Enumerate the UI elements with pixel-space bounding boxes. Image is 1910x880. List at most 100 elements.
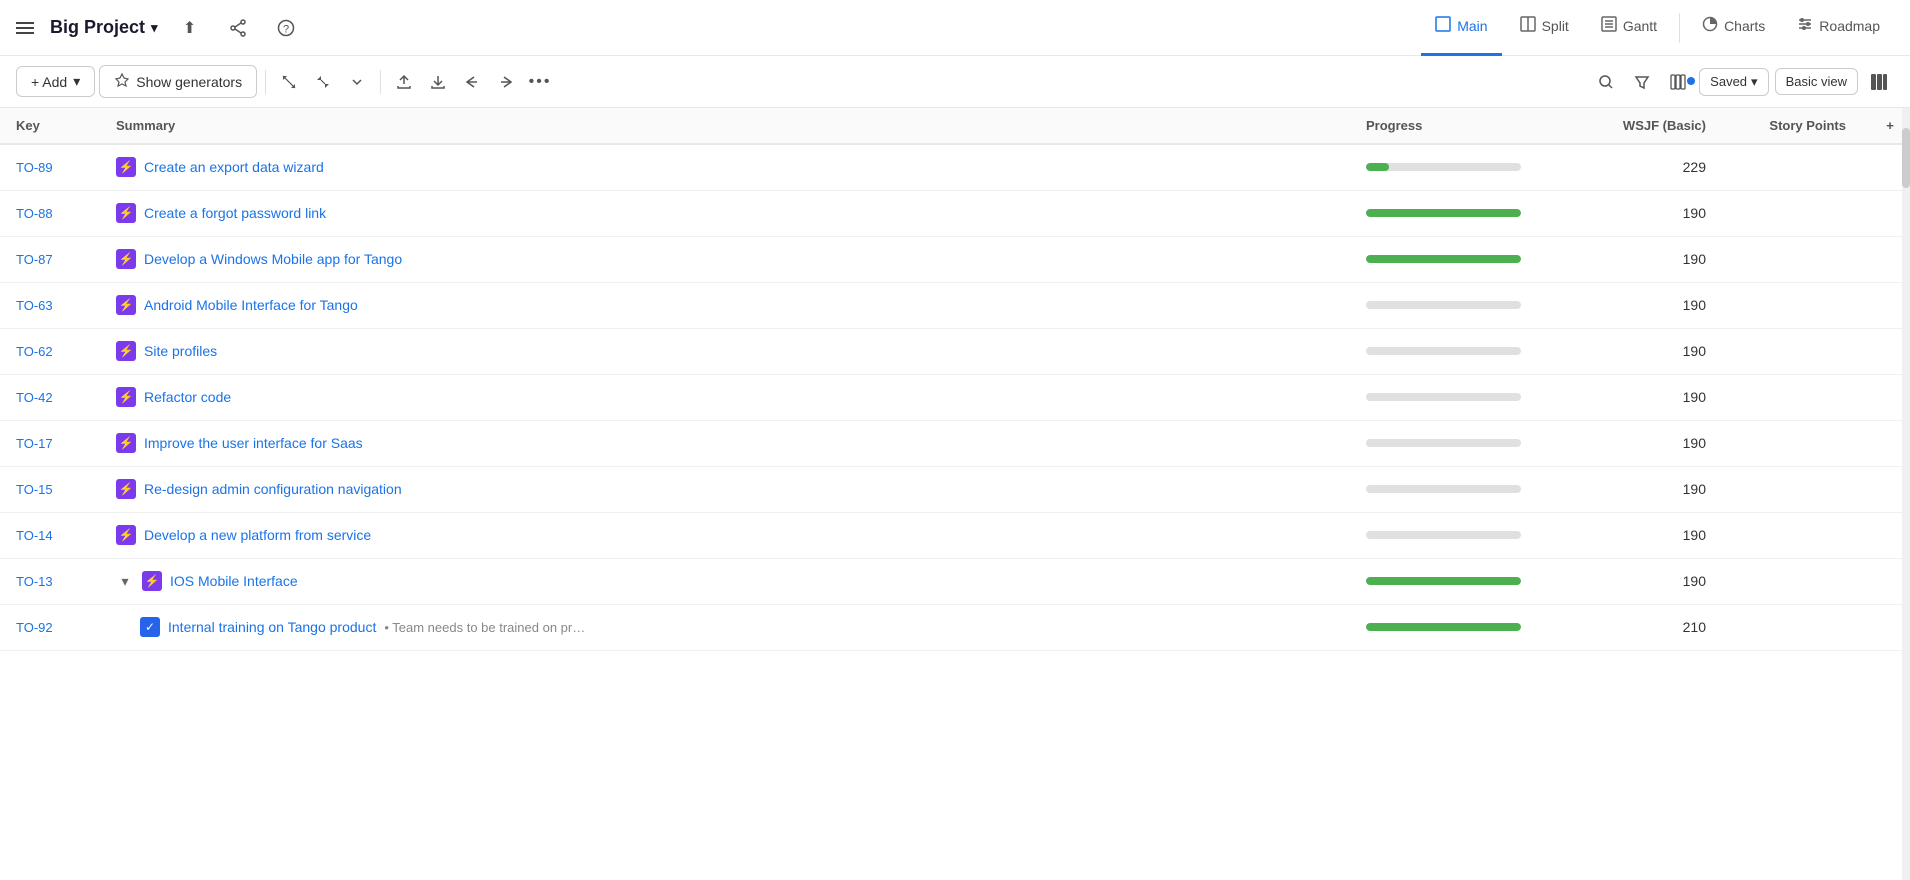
bolt-icon: ⚡	[142, 571, 162, 591]
issue-summary-cell: ⚡Android Mobile Interface for Tango	[100, 282, 1350, 328]
issue-title[interactable]: Internal training on Tango product	[168, 619, 376, 635]
issue-title[interactable]: Create a forgot password link	[144, 205, 326, 221]
gantt-tab-label: Gantt	[1623, 18, 1657, 34]
add-button-label: + Add	[31, 74, 67, 90]
show-generators-button[interactable]: Show generators	[99, 65, 257, 98]
issue-key[interactable]: TO-87	[16, 252, 53, 267]
issue-progress-cell	[1350, 328, 1570, 374]
issue-summary-cell: ▾ ⚡ IOS Mobile Interface	[100, 558, 1350, 604]
issue-title[interactable]: Develop a Windows Mobile app for Tango	[144, 251, 402, 267]
progress-bar	[1366, 623, 1521, 631]
issue-summary-cell: ✓ Internal training on Tango product • Tea…	[100, 604, 1350, 650]
table-row: TO-88⚡Create a forgot password link190	[0, 190, 1910, 236]
issue-story-points	[1730, 190, 1870, 236]
help-icon[interactable]: ?	[270, 12, 302, 44]
search-button[interactable]	[1591, 67, 1621, 97]
col-header-summary[interactable]: Summary	[100, 108, 1350, 144]
issue-wsjf: 190	[1570, 374, 1730, 420]
collapse-all-button[interactable]	[308, 67, 338, 97]
issue-key[interactable]: TO-62	[16, 344, 53, 359]
menu-icon[interactable]	[16, 22, 34, 34]
upload-button[interactable]	[389, 67, 419, 97]
issue-wsjf: 210	[1570, 604, 1730, 650]
issue-progress-cell	[1350, 190, 1570, 236]
download-button[interactable]	[423, 67, 453, 97]
issue-progress-cell	[1350, 282, 1570, 328]
col-header-wsjf[interactable]: WSJF (Basic)	[1570, 108, 1730, 144]
tab-main[interactable]: Main	[1421, 0, 1501, 56]
move-right-button[interactable]	[491, 67, 521, 97]
issue-title[interactable]: Re-design admin configuration navigation	[144, 481, 402, 497]
issue-title[interactable]: IOS Mobile Interface	[170, 573, 298, 589]
issue-story-points	[1730, 466, 1870, 512]
issue-title[interactable]: Create an export data wizard	[144, 159, 324, 175]
progress-bar	[1366, 485, 1521, 493]
expand-row-button[interactable]: ▾	[116, 572, 134, 590]
scrollbar-track[interactable]	[1902, 108, 1910, 880]
issue-wsjf: 190	[1570, 282, 1730, 328]
issue-subtitle: • Team needs to be trained on pr…	[384, 620, 585, 635]
basic-view-button[interactable]: Basic view	[1775, 68, 1858, 95]
share-icon[interactable]	[222, 12, 254, 44]
issue-key[interactable]: TO-14	[16, 528, 53, 543]
table-row: TO-13▾⚡IOS Mobile Interface190	[0, 558, 1910, 604]
issue-title[interactable]: Refactor code	[144, 389, 231, 405]
roadmap-tab-label: Roadmap	[1819, 18, 1880, 34]
issue-title[interactable]: Improve the user interface for Saas	[144, 435, 363, 451]
tab-charts[interactable]: Charts	[1688, 0, 1779, 56]
issue-wsjf: 190	[1570, 466, 1730, 512]
project-title[interactable]: Big Project ▾	[50, 17, 158, 38]
table-row: TO-63 ⚡Android Mobile Interface for Tango…	[0, 282, 1910, 328]
issue-wsjf: 190	[1570, 512, 1730, 558]
issue-title[interactable]: Android Mobile Interface for Tango	[144, 297, 358, 313]
more-options-button[interactable]: •••	[525, 67, 555, 97]
project-chevron-icon: ▾	[151, 20, 158, 36]
issue-key[interactable]: TO-92	[16, 620, 53, 635]
expand-all-button[interactable]	[274, 67, 304, 97]
issue-key[interactable]: TO-89	[16, 160, 53, 175]
issue-progress-cell	[1350, 374, 1570, 420]
columns-button[interactable]	[1663, 67, 1693, 97]
issue-title[interactable]: Develop a new platform from service	[144, 527, 371, 543]
table-row: TO-87⚡Develop a Windows Mobile app for T…	[0, 236, 1910, 282]
table-row: TO-17 ⚡ Improve the user interface for Saa…	[0, 420, 1910, 466]
issue-key[interactable]: TO-63	[16, 298, 53, 313]
issue-wsjf: 190	[1570, 236, 1730, 282]
issue-key[interactable]: TO-15	[16, 482, 53, 497]
issue-key[interactable]: TO-88	[16, 206, 53, 221]
saved-button[interactable]: Saved ▾	[1699, 68, 1768, 96]
checkbox-icon: ✓	[140, 617, 160, 637]
issue-wsjf: 190	[1570, 190, 1730, 236]
issue-title[interactable]: Site profiles	[144, 343, 217, 359]
issue-key[interactable]: TO-17	[16, 436, 53, 451]
upload-icon[interactable]: ⬆	[174, 12, 206, 44]
tab-roadmap[interactable]: Roadmap	[1783, 0, 1894, 56]
chevron-down-button[interactable]	[342, 67, 372, 97]
move-left-button[interactable]	[457, 67, 487, 97]
add-button[interactable]: + Add ▾	[16, 66, 95, 97]
col-header-progress[interactable]: Progress	[1350, 108, 1570, 144]
gantt-tab-icon	[1601, 16, 1617, 37]
table-row: TO-14⚡Develop a new platform from servic…	[0, 512, 1910, 558]
tab-divider	[1679, 13, 1680, 43]
issue-progress-cell	[1350, 144, 1570, 190]
issue-key[interactable]: TO-42	[16, 390, 53, 405]
scrollbar-thumb[interactable]	[1902, 128, 1910, 188]
basic-view-label: Basic view	[1786, 74, 1847, 89]
issue-progress-cell	[1350, 512, 1570, 558]
saved-chevron-icon: ▾	[1751, 74, 1758, 90]
col-header-story-points[interactable]: Story Points	[1730, 108, 1870, 144]
bolt-icon: ⚡	[116, 433, 136, 453]
view-columns-toggle-button[interactable]	[1864, 67, 1894, 97]
tab-gantt[interactable]: Gantt	[1587, 0, 1671, 56]
bolt-icon: ⚡	[116, 341, 136, 361]
tab-split[interactable]: Split	[1506, 0, 1583, 56]
issue-key[interactable]: TO-13	[16, 574, 53, 589]
issue-story-points	[1730, 328, 1870, 374]
col-header-key[interactable]: Key	[0, 108, 100, 144]
filter-button[interactable]	[1627, 67, 1657, 97]
progress-bar	[1366, 255, 1521, 263]
issue-story-points	[1730, 144, 1870, 190]
add-chevron-icon: ▾	[73, 73, 80, 90]
saved-label: Saved	[1710, 74, 1747, 89]
